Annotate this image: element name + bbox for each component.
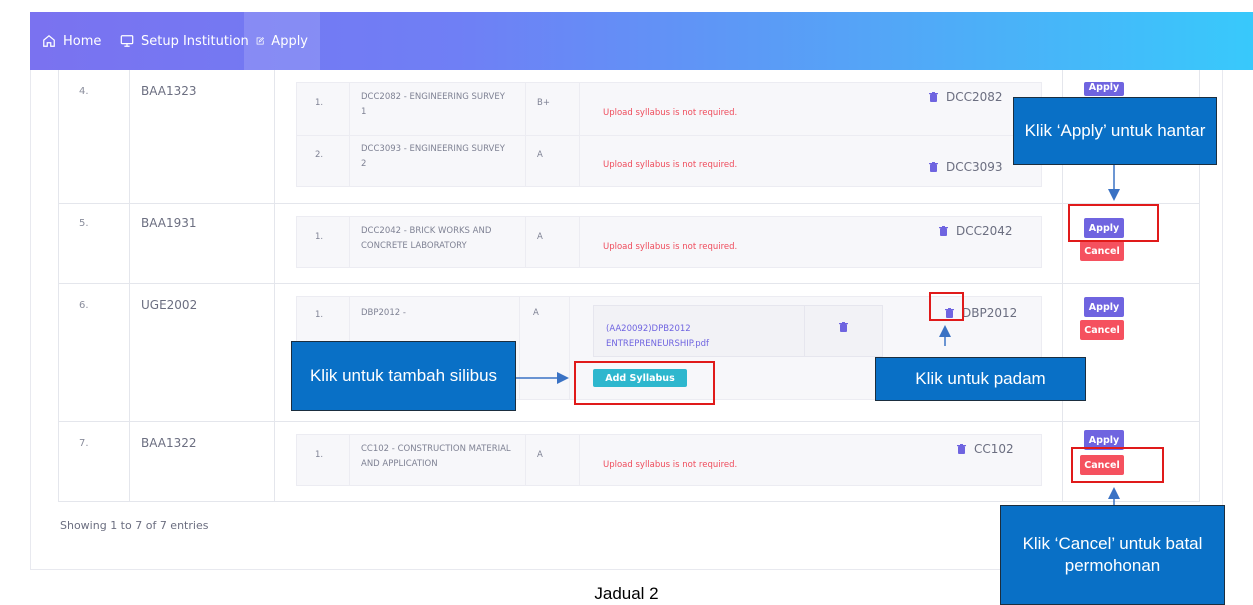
subject-table: 1. CC102 - CONSTRUCTION MATERIAL AND APP… [296, 434, 1042, 486]
add-syllabus-highlight-box [574, 361, 715, 405]
syllabus-status: Upload syllabus is not required. [603, 108, 738, 118]
app-window: Home Setup Institution Apply 4. BAA1323 … [0, 0, 1253, 605]
subject-code-cell: CC102 [957, 442, 1014, 456]
nav-home[interactable]: Home [30, 12, 113, 70]
subject-code-cell: DCC2082 [929, 90, 1003, 104]
subject-grade: A [537, 232, 543, 242]
course-code: BAA1322 [141, 436, 197, 450]
row-number: 6. [79, 300, 89, 311]
subject-number: 1. [315, 98, 324, 108]
subject-grade: A [537, 450, 543, 460]
apply-button[interactable]: Apply [1084, 82, 1124, 96]
subject-number: 2. [315, 150, 324, 160]
subject-name: DCC3093 - ENGINEERING SURVEY 2 [361, 144, 505, 169]
delete-highlight-box [929, 292, 964, 321]
nav-apply[interactable]: Apply [244, 12, 320, 70]
trash-icon[interactable] [957, 444, 966, 454]
entries-info: Showing 1 to 7 of 7 entries [60, 519, 209, 532]
subject-code: DCC2042 [956, 224, 1013, 238]
apply-button[interactable]: Apply [1084, 297, 1124, 317]
subject-code-cell: DCC3093 [929, 160, 1003, 174]
subject-grade: A [537, 150, 543, 160]
subject-code: DCC3093 [946, 160, 1003, 174]
subject-code-cell: DCC2042 [939, 224, 1013, 238]
table-row: 5. BAA1931 1. DCC2042 - BRICK WORKS AND … [58, 204, 1200, 284]
subject-name: CC102 - CONSTRUCTION MATERIAL AND APPLIC… [361, 444, 511, 469]
table-row: 7. BAA1322 1. CC102 - CONSTRUCTION MATER… [58, 422, 1200, 502]
cancel-highlight-box [1071, 447, 1164, 483]
cancel-callout: Klik ‘Cancel’ untuk batal permohonan [1000, 505, 1225, 605]
add-syllabus-callout: Klik untuk tambah silibus [291, 341, 516, 411]
apply-callout: Klik ‘Apply’ untuk hantar [1013, 97, 1217, 165]
trash-icon[interactable] [929, 92, 938, 102]
nav-setup-label: Setup Institution [141, 33, 249, 49]
subject-number: 1. [315, 310, 324, 320]
row-number: 4. [79, 86, 89, 97]
syllabus-status: Upload syllabus is not required. [603, 160, 738, 170]
home-icon [43, 34, 55, 47]
row-number: 5. [79, 218, 89, 229]
syllabus-file-table: (AA20092)DPB2012 ENTREPRENEURSHIP.pdf [593, 305, 883, 357]
trash-icon[interactable] [939, 226, 948, 236]
syllabus-status: Upload syllabus is not required. [603, 460, 738, 470]
subject-table: 1. DCC2042 - BRICK WORKS AND CONCRETE LA… [296, 216, 1042, 268]
subject-number: 1. [315, 232, 324, 242]
nav-apply-label: Apply [271, 33, 308, 49]
edit-icon [256, 37, 264, 45]
row-number: 7. [79, 438, 89, 449]
subject-name: DCC2082 - ENGINEERING SURVEY 1 [361, 92, 505, 117]
nav-home-label: Home [63, 33, 102, 49]
syllabus-status: Upload syllabus is not required. [603, 242, 738, 252]
cancel-button[interactable]: Cancel [1080, 241, 1124, 261]
course-code: BAA1323 [141, 84, 197, 98]
subject-name: DCC2042 - BRICK WORKS AND CONCRETE LABOR… [361, 226, 492, 251]
subject-code: DBP2012 [962, 306, 1018, 320]
cancel-button[interactable]: Cancel [1080, 320, 1124, 340]
subject-code: DCC2082 [946, 90, 1003, 104]
nav-setup-institution[interactable]: Setup Institution [108, 12, 261, 70]
monitor-icon [120, 35, 134, 47]
subject-grade: A [533, 308, 539, 318]
subject-name: DBP2012 - [361, 308, 406, 318]
course-code: UGE2002 [141, 298, 198, 312]
syllabus-file-link[interactable]: (AA20092)DPB2012 ENTREPRENEURSHIP.pdf [606, 322, 756, 352]
subject-code: CC102 [974, 442, 1014, 456]
subject-number: 1. [315, 450, 324, 460]
course-code: BAA1931 [141, 216, 197, 230]
apply-highlight-box [1068, 204, 1159, 242]
subject-grade: B+ [537, 98, 550, 108]
trash-icon[interactable] [839, 322, 848, 332]
delete-callout: Klik untuk padam [875, 357, 1086, 401]
trash-icon[interactable] [929, 162, 938, 172]
top-navbar: Home Setup Institution Apply [30, 12, 1253, 70]
